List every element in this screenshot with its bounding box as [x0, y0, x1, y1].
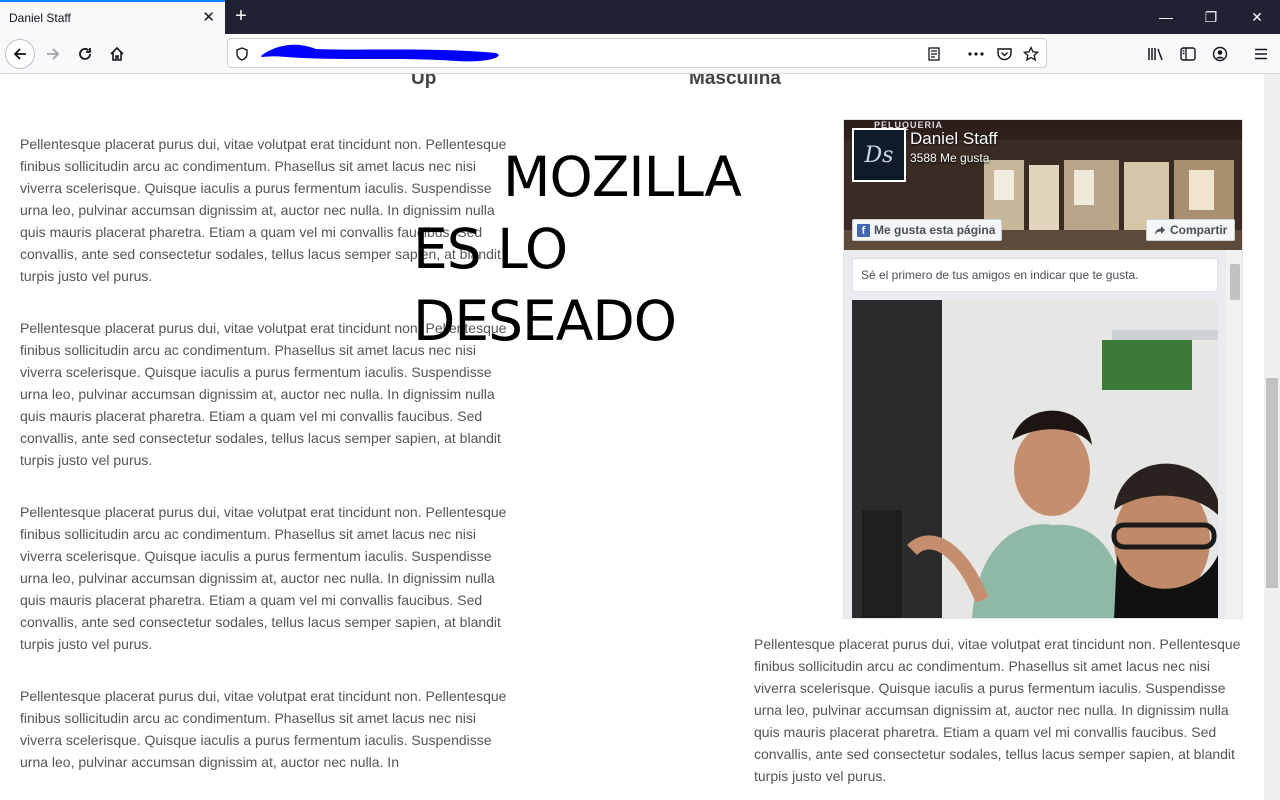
- page-name[interactable]: Daniel Staff: [910, 129, 998, 149]
- minimize-button[interactable]: —: [1146, 6, 1186, 28]
- tab-daniel-staff[interactable]: Daniel Staff ✕: [0, 0, 225, 34]
- reload-icon: [79, 48, 91, 60]
- tab-close-icon[interactable]: ✕: [202, 10, 215, 25]
- arrow-left-icon: [13, 48, 26, 60]
- redacted-url-scribble: [261, 44, 499, 62]
- like-page-label: Me gusta esta página: [874, 223, 996, 237]
- shield-icon[interactable]: [234, 46, 250, 62]
- facebook-f-icon: f: [857, 223, 870, 237]
- share-arrow-icon: [1155, 225, 1165, 235]
- overlay-line-1: MOZILLA: [503, 145, 742, 209]
- like-page-button[interactable]: f Me gusta esta página: [852, 219, 1003, 241]
- feed-scrollbar[interactable]: [1226, 250, 1242, 618]
- share-label: Compartir: [1170, 223, 1228, 237]
- pocket-icon[interactable]: [996, 46, 1012, 62]
- body-paragraph: Pellentesque placerat purus dui, vitae v…: [20, 688, 507, 770]
- reload-button[interactable]: [70, 39, 100, 69]
- body-paragraph: Pellentesque placerat purus dui, vitae v…: [754, 636, 1241, 784]
- feed-scrollbar-thumb[interactable]: [1230, 264, 1240, 300]
- post-photo[interactable]: [852, 300, 1218, 619]
- body-paragraph: Pellentesque placerat purus dui, vitae v…: [20, 504, 507, 652]
- page-scrollbar-thumb[interactable]: [1266, 378, 1278, 588]
- tab-bar: Daniel Staff ✕ + — ❐ ✕: [0, 0, 1280, 34]
- menu-hamburger-icon[interactable]: [1252, 45, 1270, 63]
- sidebar-icon[interactable]: [1179, 45, 1197, 63]
- library-icon[interactable]: [1147, 45, 1165, 63]
- new-tab-button[interactable]: +: [230, 4, 252, 28]
- nav-toolbar: [0, 34, 1280, 74]
- forward-button[interactable]: [38, 39, 68, 69]
- overlay-line-2: ES LO DESEADO: [413, 217, 677, 353]
- share-button[interactable]: Compartir: [1146, 219, 1236, 241]
- mozilla-overlay-text: MOZILLA ES LO DESEADO: [413, 141, 833, 357]
- friends-like-notice: Sé el primero de tus amigos en indicar q…: [852, 258, 1218, 292]
- facebook-feed[interactable]: Sé el primero de tus amigos en indicar q…: [844, 250, 1242, 619]
- home-button[interactable]: [102, 39, 132, 69]
- page-logo[interactable]: Ds: [852, 128, 906, 182]
- page-scrollbar[interactable]: [1264, 74, 1280, 800]
- url-bar[interactable]: [227, 38, 1047, 68]
- arrow-right-icon: [47, 48, 60, 60]
- facebook-cover-photo: PELUQUERIA Ds Daniel Staff 3588 Me gusta…: [844, 120, 1242, 250]
- reader-view-icon[interactable]: [926, 46, 942, 62]
- account-icon[interactable]: [1211, 45, 1229, 63]
- more-actions-icon[interactable]: [968, 46, 984, 62]
- restore-button[interactable]: ❐: [1191, 6, 1231, 28]
- facebook-page-widget: PELUQUERIA Ds Daniel Staff 3588 Me gusta…: [843, 119, 1243, 619]
- close-window-button[interactable]: ✕: [1237, 6, 1277, 28]
- nav-link-masculina[interactable]: Masculina: [689, 74, 781, 90]
- tab-title: Daniel Staff: [9, 11, 71, 25]
- page-viewport: Up Masculina Pellentesque placerat purus…: [0, 74, 1264, 800]
- back-button[interactable]: [5, 39, 35, 69]
- bookmark-star-icon[interactable]: [1023, 46, 1039, 62]
- page-likes-count: 3588 Me gusta: [910, 151, 990, 165]
- nav-link-up[interactable]: Up: [411, 74, 436, 90]
- home-icon: [110, 46, 124, 61]
